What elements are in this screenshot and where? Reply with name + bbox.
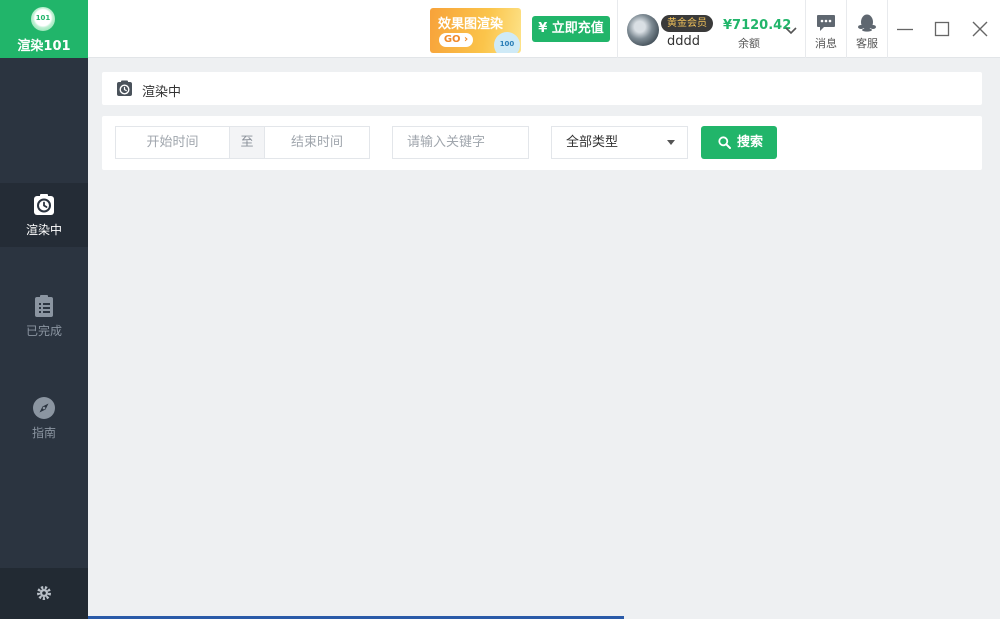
end-date-input[interactable]: 结束时间	[264, 126, 370, 159]
start-date-input[interactable]: 开始时间	[115, 126, 230, 159]
messages-button[interactable]: 消息	[806, 14, 846, 54]
date-range-separator: 至	[229, 126, 265, 159]
gear-icon[interactable]	[36, 585, 52, 601]
search-button-label: 搜索	[737, 135, 764, 150]
promo-go-label: GO	[443, 34, 461, 45]
customer-service-label: 客服	[856, 37, 878, 50]
chevron-down-icon[interactable]	[784, 26, 798, 36]
avatar[interactable]	[627, 14, 659, 46]
divider	[887, 0, 888, 58]
search-button[interactable]: 搜索	[701, 126, 777, 159]
messages-label: 消息	[815, 37, 837, 50]
compass-icon	[33, 397, 55, 419]
page-title-bar: 渲染中	[102, 72, 982, 105]
caret-down-icon	[667, 140, 675, 145]
promo-go-button[interactable]: GO ›	[439, 33, 473, 47]
logo-badge-icon: 101	[31, 7, 55, 31]
logo-badge-text: 101	[35, 14, 51, 22]
sidebar-item-label: 已完成	[25, 324, 62, 338]
sidebar-item-completed[interactable]: 已完成	[0, 284, 88, 348]
promo-banner[interactable]: 效果图渲染 GO › 100	[430, 8, 521, 53]
keyword-input[interactable]	[392, 126, 529, 159]
promo-title: 效果图渲染	[438, 17, 504, 32]
close-icon[interactable]	[969, 18, 991, 40]
member-badge: 黄金会员	[661, 15, 713, 32]
maximize-icon[interactable]	[931, 18, 953, 40]
recharge-button[interactable]: ¥ 立即充值	[532, 16, 610, 42]
customer-service-button[interactable]: 客服	[847, 14, 887, 54]
minimize-icon[interactable]	[894, 18, 916, 40]
type-select[interactable]: 全部类型	[551, 126, 688, 159]
sidebar-item-rendering[interactable]: 渲染中	[0, 183, 88, 247]
divider	[617, 0, 618, 58]
filter-bar: 开始时间 至 结束时间 全部类型 搜索	[102, 116, 982, 170]
sidebar: 101 渲染101 渲染中 已完成 指南	[0, 0, 88, 619]
chat-bubble-icon	[817, 15, 835, 31]
sidebar-item-label: 渲染中	[25, 223, 62, 237]
username: dddd	[667, 34, 701, 49]
app-logo[interactable]: 101 渲染101	[0, 0, 88, 58]
clock-icon	[34, 194, 54, 215]
clipboard-list-icon	[35, 295, 53, 317]
search-icon	[718, 136, 731, 149]
logo-text: 渲染101	[17, 39, 71, 54]
balance-value: ¥7120.42	[723, 18, 792, 33]
penguin-icon	[858, 14, 876, 32]
promo-badge-text: 100	[499, 40, 515, 48]
sidebar-item-label: 指南	[31, 426, 56, 440]
top-bar: 效果图渲染 GO › 100 ¥ 立即充值 黄金会员 dddd ¥7120.42…	[88, 0, 1000, 58]
type-select-value: 全部类型	[566, 135, 619, 150]
page-title: 渲染中	[142, 85, 182, 100]
balance-label: 余额	[738, 37, 760, 50]
clock-icon	[117, 80, 132, 96]
sidebar-item-guide[interactable]: 指南	[0, 386, 88, 450]
settings-area	[0, 568, 88, 619]
promo-badge: 100	[494, 32, 520, 53]
